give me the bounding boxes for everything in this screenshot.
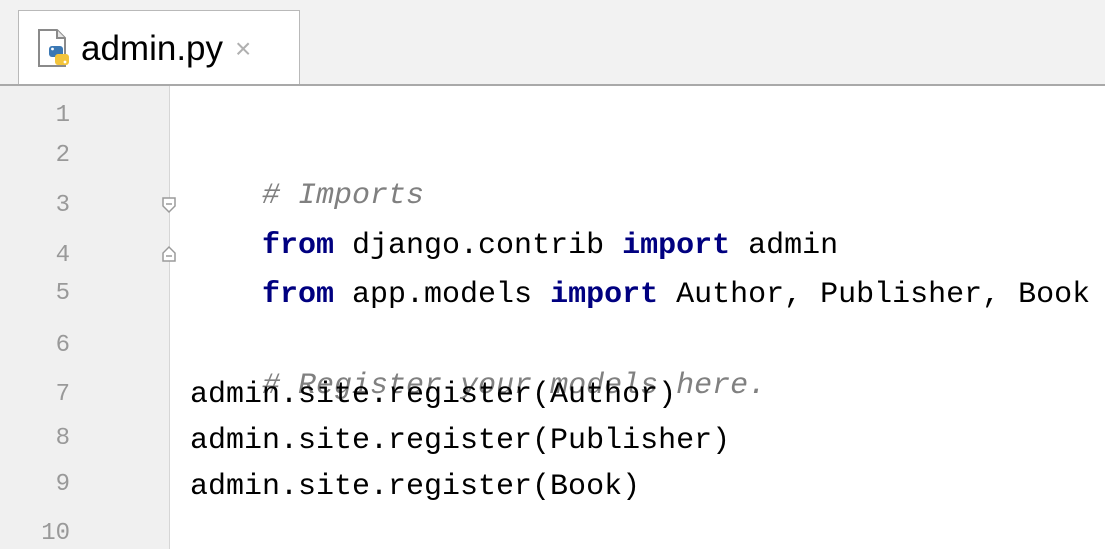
close-icon[interactable]: ×	[235, 34, 251, 63]
keyword: from	[262, 278, 335, 312]
code-line-3[interactable]: from django.contrib import admin	[190, 186, 838, 263]
line-number: 1	[55, 102, 70, 129]
code-line-4[interactable]: from app.models import Author, Publisher…	[190, 235, 1090, 312]
code-line-2[interactable]: # Imports	[190, 136, 424, 213]
fold-start-icon[interactable]	[160, 196, 178, 214]
editor-window: admin.py × 1 2 3 4 5 6 7 8 9 10 # Import…	[0, 0, 1105, 549]
line-number: 9	[55, 471, 70, 498]
line-number-gutter: 1 2 3 4 5 6 7 8 9 10	[0, 86, 170, 549]
line-number: 10	[41, 520, 70, 547]
code-line-8[interactable]: admin.site.register(Publisher)	[190, 421, 730, 461]
line-number: 6	[55, 332, 70, 359]
line-number: 8	[55, 425, 70, 452]
line-number: 5	[55, 280, 70, 307]
tab-bar: admin.py ×	[0, 0, 1105, 86]
tab-admin-py[interactable]: admin.py ×	[18, 10, 300, 86]
line-number: 3	[55, 192, 70, 219]
code-text: Author, Publisher, Book	[658, 278, 1091, 312]
code-text: app.models	[334, 278, 551, 312]
fold-end-icon[interactable]	[160, 245, 178, 263]
line-number: 7	[55, 381, 70, 408]
code-line-6[interactable]: # Register your models here.	[190, 326, 766, 403]
tab-filename: admin.py	[81, 28, 224, 68]
line-number: 2	[55, 142, 70, 169]
keyword: import	[550, 278, 659, 312]
code-line-7[interactable]: admin.site.register(Author)	[190, 375, 676, 415]
python-file-icon	[35, 28, 75, 70]
code-line-9[interactable]: admin.site.register(Book)	[190, 467, 640, 507]
line-number: 4	[55, 242, 70, 269]
